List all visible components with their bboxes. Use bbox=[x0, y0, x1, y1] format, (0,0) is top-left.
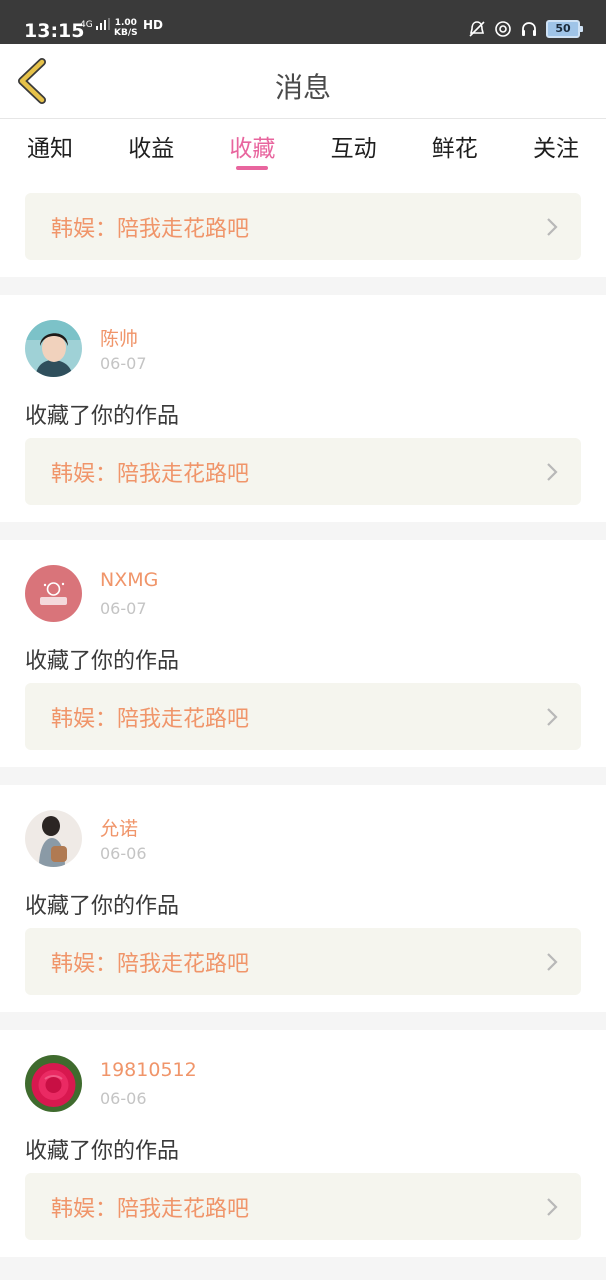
username[interactable]: 陈帅 bbox=[100, 324, 147, 350]
page-title: 消息 bbox=[274, 71, 331, 104]
chevron-right-icon bbox=[547, 952, 558, 971]
user-meta: 陈帅 06-07 bbox=[100, 320, 147, 376]
username[interactable]: NXMG bbox=[100, 569, 158, 595]
list-item: 19810512 06-06 收藏了你的作品 韩娱：陪我走花路吧 bbox=[0, 1030, 606, 1257]
date: 06-07 bbox=[100, 354, 147, 373]
signal-icon bbox=[95, 18, 110, 30]
action-text: 收藏了你的作品 bbox=[25, 1139, 180, 1164]
nav-bar: 消息 bbox=[0, 44, 606, 119]
user-meta: NXMG 06-07 bbox=[100, 565, 158, 621]
user-meta: 允诺 06-06 bbox=[100, 810, 147, 866]
action-text: 收藏了你的作品 bbox=[25, 894, 180, 919]
tab-follows[interactable]: 关注 bbox=[530, 119, 582, 175]
user-row: NXMG 06-07 bbox=[25, 565, 581, 622]
list-item: 韩娱：陪我走花路吧 bbox=[0, 175, 606, 277]
work-link[interactable]: 韩娱：陪我走花路吧 bbox=[25, 928, 581, 995]
network-indicator: 4G bbox=[80, 18, 110, 30]
work-title: 韩娱：陪我走花路吧 bbox=[51, 216, 250, 242]
at-sign-icon bbox=[495, 21, 511, 37]
network-speed: 1.00 KB/S bbox=[114, 18, 138, 38]
tab-flowers[interactable]: 鲜花 bbox=[429, 119, 481, 175]
chevron-right-icon bbox=[547, 462, 558, 481]
work-title: 韩娱：陪我走花路吧 bbox=[51, 706, 250, 732]
chevron-right-icon bbox=[547, 217, 558, 236]
work-title: 韩娱：陪我走花路吧 bbox=[51, 461, 250, 487]
tab-notifications[interactable]: 通知 bbox=[24, 119, 76, 175]
avatar[interactable] bbox=[25, 320, 82, 377]
work-link[interactable]: 韩娱：陪我走花路吧 bbox=[25, 683, 581, 750]
bell-muted-icon bbox=[469, 21, 485, 37]
work-link[interactable]: 韩娱：陪我走花路吧 bbox=[25, 193, 581, 260]
avatar[interactable] bbox=[25, 810, 82, 867]
message-list: 韩娱：陪我走花路吧 陈帅 06-07 收藏了你的作品 韩娱：陪我走花路吧 NXM… bbox=[0, 175, 606, 1275]
username[interactable]: 允诺 bbox=[100, 814, 147, 840]
status-icons: 50 bbox=[468, 20, 583, 38]
date: 06-07 bbox=[100, 599, 147, 618]
avatar[interactable] bbox=[25, 565, 82, 622]
chevron-right-icon bbox=[547, 707, 558, 726]
user-row: 允诺 06-06 bbox=[25, 810, 581, 867]
hd-indicator: HD bbox=[143, 18, 164, 32]
user-meta: 19810512 06-06 bbox=[100, 1055, 197, 1111]
tab-interactions[interactable]: 互动 bbox=[328, 119, 380, 175]
status-bar: 13:15 4G 1.00 KB/S HD 50 bbox=[0, 0, 606, 44]
speed-unit: KB/S bbox=[114, 28, 138, 38]
date: 06-06 bbox=[100, 844, 147, 863]
battery-icon: 50 bbox=[546, 20, 583, 38]
list-item: 陈帅 06-07 收藏了你的作品 韩娱：陪我走花路吧 bbox=[0, 295, 606, 522]
list-item: NXMG 06-07 收藏了你的作品 韩娱：陪我走花路吧 bbox=[0, 540, 606, 767]
avatar[interactable] bbox=[25, 1055, 82, 1112]
action-text: 收藏了你的作品 bbox=[25, 404, 180, 429]
work-title: 韩娱：陪我走花路吧 bbox=[51, 1196, 250, 1222]
username[interactable]: 19810512 bbox=[100, 1059, 197, 1085]
work-link[interactable]: 韩娱：陪我走花路吧 bbox=[25, 438, 581, 505]
speed-value: 1.00 bbox=[114, 18, 137, 28]
chevron-right-icon bbox=[547, 1197, 558, 1216]
status-time: 13:15 bbox=[24, 20, 85, 42]
tab-earnings[interactable]: 收益 bbox=[125, 119, 177, 175]
list-item: 允诺 06-06 收藏了你的作品 韩娱：陪我走花路吧 bbox=[0, 785, 606, 1012]
work-link[interactable]: 韩娱：陪我走花路吧 bbox=[25, 1173, 581, 1240]
headphones-icon bbox=[522, 22, 536, 36]
user-row: 陈帅 06-07 bbox=[25, 320, 581, 377]
date: 06-06 bbox=[100, 1089, 147, 1108]
network-type: 4G bbox=[80, 20, 93, 30]
tab-bar: 通知 收益 收藏 互动 鲜花 关注 bbox=[0, 119, 606, 175]
user-row: 19810512 06-06 bbox=[25, 1055, 581, 1112]
action-text: 收藏了你的作品 bbox=[25, 649, 180, 674]
work-title: 韩娱：陪我走花路吧 bbox=[51, 951, 250, 977]
tab-favorites[interactable]: 收藏 bbox=[226, 119, 278, 175]
